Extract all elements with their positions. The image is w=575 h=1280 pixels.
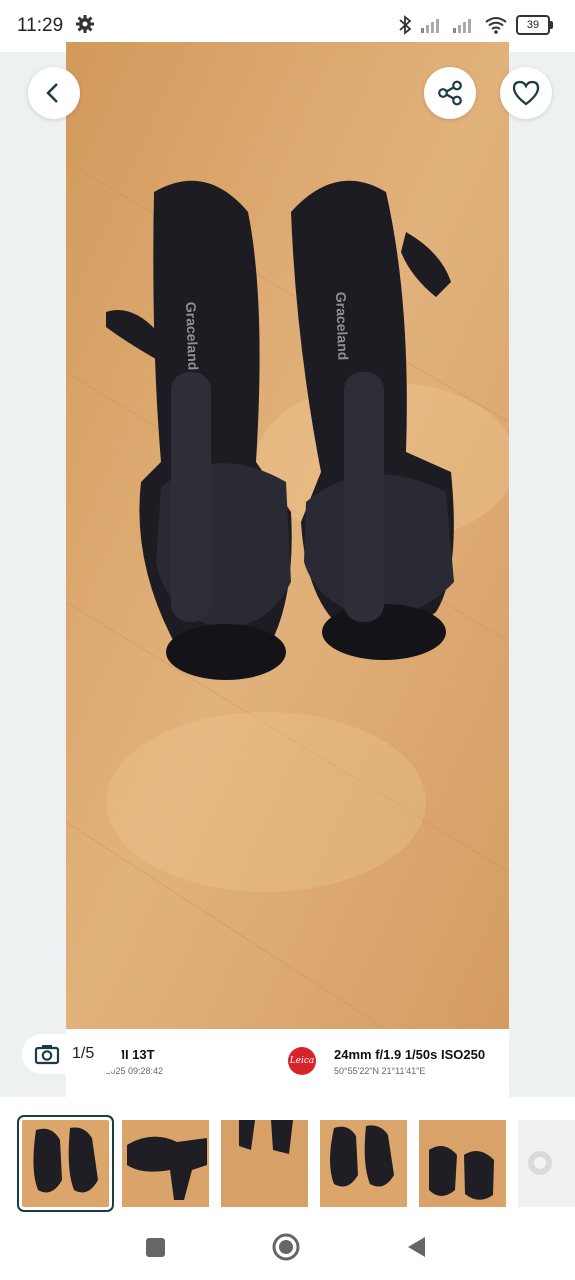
exif-info: OMI 13T ..02.2025 09:28:42 Leica 24mm f/… — [66, 1029, 509, 1097]
thumbnail-4[interactable] — [320, 1120, 407, 1207]
gear-icon — [76, 15, 94, 33]
chevron-left-icon — [46, 83, 58, 103]
back-nav-button[interactable] — [405, 1235, 427, 1259]
battery-level: 39 — [516, 15, 550, 35]
thumbnail-3[interactable] — [221, 1120, 308, 1207]
thumbnail-5[interactable] — [419, 1120, 506, 1207]
signal-icon — [421, 19, 439, 33]
wifi-icon — [485, 17, 507, 34]
photo-count: 1/5 — [72, 1045, 95, 1062]
shoe-brand-right: Graceland — [333, 292, 351, 361]
signal-icon — [453, 19, 471, 33]
share-icon — [438, 80, 462, 106]
thumbnail-6[interactable] — [518, 1120, 575, 1207]
photo-counter[interactable]: 1/5 — [22, 1034, 122, 1074]
recents-button[interactable] — [146, 1238, 165, 1257]
battery-icon: 39 — [516, 15, 553, 35]
gps-coordinates: 50°55'22"N 21°11'41"E — [334, 1066, 426, 1076]
bluetooth-icon — [399, 15, 412, 35]
thumbnail-2[interactable] — [122, 1120, 209, 1207]
main-photo[interactable]: Graceland Graceland — [66, 42, 509, 1029]
thumbnail-image — [22, 1120, 109, 1207]
thumbnail-image — [419, 1120, 506, 1207]
thumbnail-1[interactable] — [17, 1115, 114, 1212]
system-nav-bar — [0, 1222, 575, 1280]
thumbnail-image — [320, 1120, 407, 1207]
thumbnail-image — [122, 1120, 209, 1207]
shoe-brand-left: Graceland — [183, 302, 201, 371]
camera-params: 24mm f/1.9 1/50s ISO250 — [334, 1047, 486, 1062]
shoes-photo: Graceland Graceland — [66, 42, 509, 1029]
status-time: 11:29 — [17, 15, 64, 36]
camera-icon — [34, 1045, 60, 1065]
thumbnail-image — [221, 1120, 308, 1207]
share-button[interactable] — [424, 67, 476, 119]
heart-icon — [512, 80, 540, 106]
leica-logo: Leica — [288, 1047, 316, 1075]
home-button[interactable] — [272, 1233, 300, 1261]
favorite-button[interactable] — [500, 67, 552, 119]
back-button[interactable] — [28, 67, 80, 119]
thumbnail-image — [518, 1120, 575, 1207]
thumbnail-strip — [0, 1097, 575, 1222]
status-icons: 39 — [398, 13, 553, 37]
